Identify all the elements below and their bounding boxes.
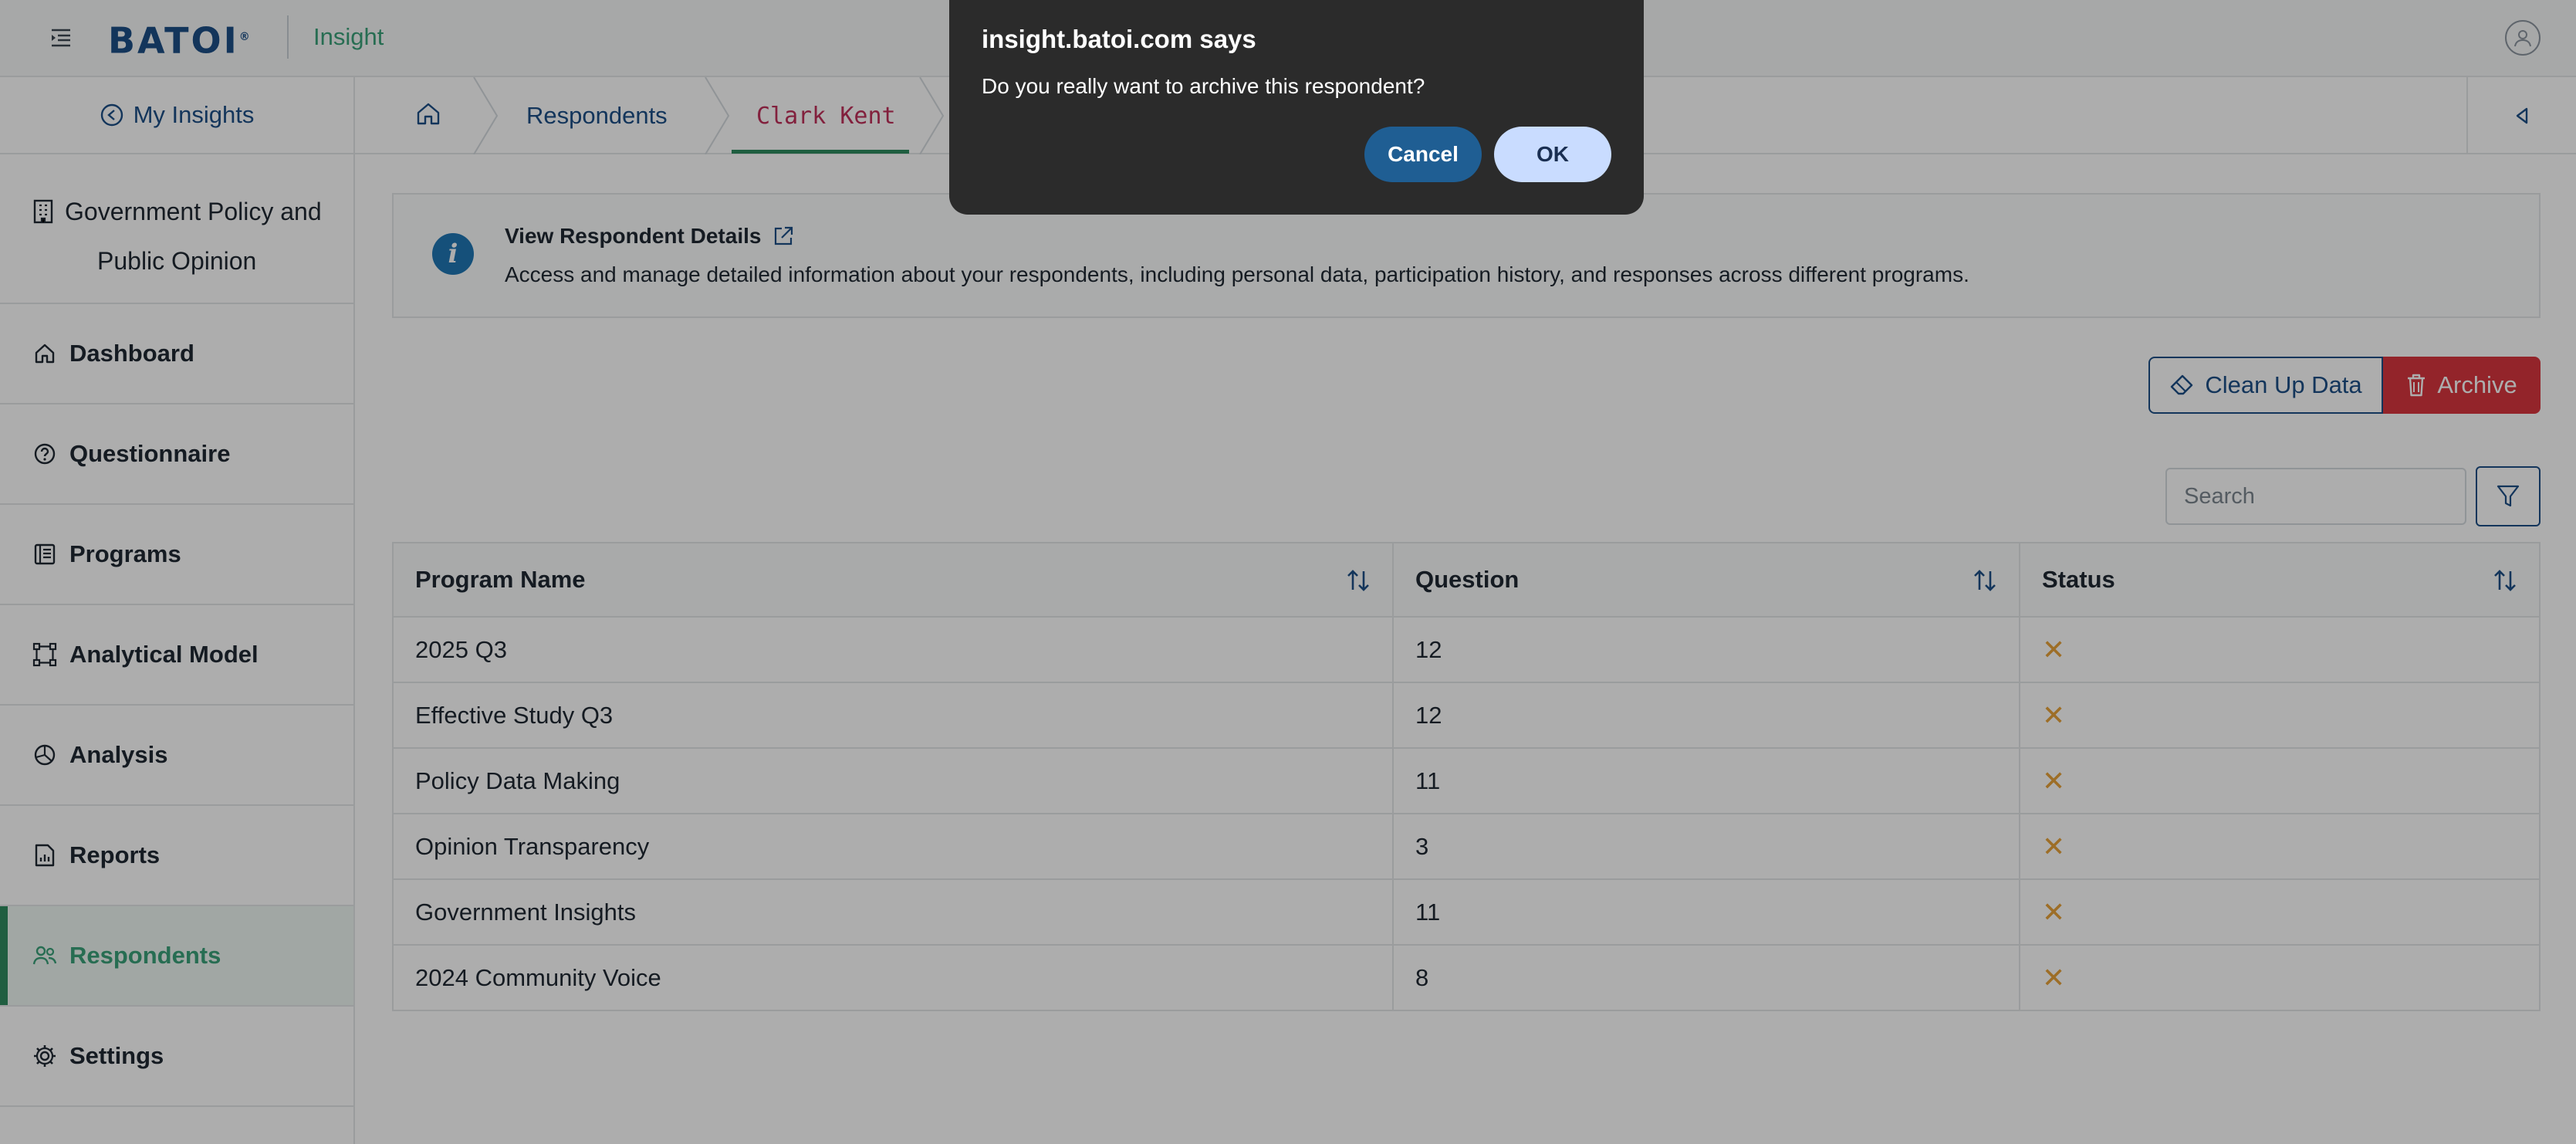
dialog-message: Do you really want to archive this respo… <box>982 74 1425 98</box>
dialog-title: insight.batoi.com says <box>982 25 1256 53</box>
dialog-cancel-button[interactable]: Cancel <box>1364 127 1482 182</box>
confirm-dialog: insight.batoi.com says Do you really wan… <box>949 0 1644 215</box>
dialog-ok-button[interactable]: OK <box>1494 127 1611 182</box>
